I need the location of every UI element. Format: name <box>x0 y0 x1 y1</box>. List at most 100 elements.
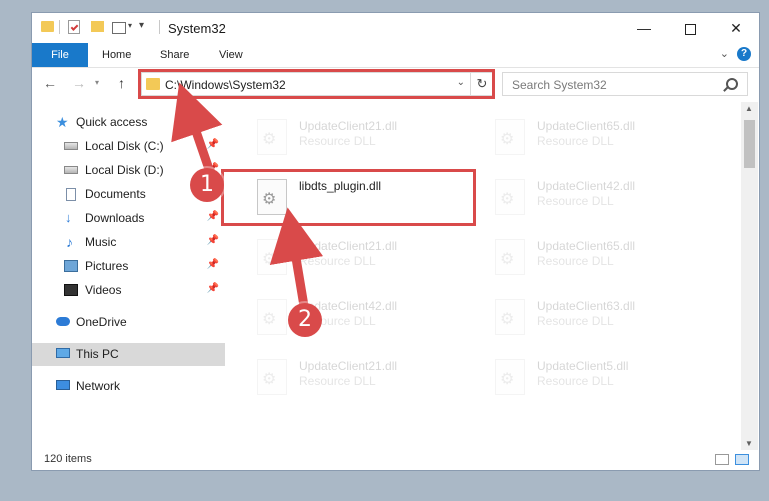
navigation-pane: ★ Quick access Local Disk (C:) 📌 Local D… <box>32 102 228 450</box>
close-button[interactable]: ✕ <box>713 13 759 43</box>
file-explorer-window: ▾ ▾ System32 — ✕ File Home Share View ⌄ … <box>31 12 760 471</box>
file-name: UpdateClient65.dll <box>537 119 636 133</box>
title-separator <box>159 20 160 34</box>
help-icon[interactable]: ? <box>737 47 751 61</box>
downloads-icon: ↓ <box>65 210 72 225</box>
details-view-icon[interactable] <box>715 454 729 465</box>
file-item[interactable]: UpdateClient65.dll Resource DLL <box>495 117 725 167</box>
this-pc-icon <box>56 348 70 358</box>
file-item[interactable]: UpdateClient63.dll Resource DLL <box>495 297 725 347</box>
search-box[interactable]: Search System32 <box>502 72 748 96</box>
file-item[interactable]: UpdateClient5.dll Resource DLL <box>495 357 725 407</box>
music-icon: ♪ <box>66 234 73 250</box>
expand-ribbon-icon[interactable]: ⌄ <box>720 47 729 60</box>
scroll-down-icon[interactable]: ▼ <box>745 439 753 448</box>
new-folder-icon[interactable] <box>91 21 104 32</box>
forward-arrow-icon[interactable]: → <box>72 75 86 91</box>
network-icon <box>56 380 70 390</box>
file-type: Resource DLL <box>537 254 614 268</box>
sidebar-item-label: Local Disk (C:) <box>85 139 164 153</box>
file-item[interactable]: UpdateClient65.dll Resource DLL <box>495 237 725 287</box>
scroll-up-icon[interactable]: ▲ <box>745 104 753 113</box>
sidebar-item-quick-access[interactable]: ★ Quick access <box>32 111 225 134</box>
sidebar-item-label: OneDrive <box>76 315 127 329</box>
sidebar-item-downloads[interactable]: ↓ Downloads 📌 <box>32 207 225 230</box>
address-bar[interactable]: C:\Windows\System32 ⌄ ↻ <box>141 72 494 96</box>
file-name: UpdateClient21.dll <box>299 359 398 373</box>
folder-icon[interactable] <box>41 21 54 32</box>
chevron-down-icon[interactable]: ⌄ <box>457 77 465 88</box>
back-arrow-icon[interactable]: ← <box>43 75 57 91</box>
sidebar-item-network[interactable]: Network <box>32 375 225 398</box>
navigation-bar: ← → ▾ ↑ C:\Windows\System32 ⌄ ↻ Search S… <box>32 68 759 100</box>
file-type: Resource DLL <box>537 374 614 388</box>
file-type: Resource DLL <box>299 374 376 388</box>
dll-file-icon <box>495 359 525 395</box>
minimize-button[interactable]: — <box>621 13 667 43</box>
dll-file-icon <box>257 179 287 215</box>
quick-access-separator <box>59 20 60 34</box>
dll-file-icon <box>257 239 287 275</box>
file-item[interactable]: UpdateClient21.dll Resource DLL <box>257 237 487 287</box>
sidebar-item-this-pc[interactable]: This PC <box>32 343 225 366</box>
tab-share[interactable]: Share <box>160 43 189 67</box>
dll-file-icon <box>495 239 525 275</box>
file-type: Resource DLL <box>299 254 376 268</box>
file-name: UpdateClient5.dll <box>537 359 629 373</box>
pin-icon[interactable]: 📌 <box>207 211 219 222</box>
maximize-button[interactable] <box>667 13 713 43</box>
scroll-thumb[interactable] <box>744 120 755 168</box>
tab-home[interactable]: Home <box>102 43 131 67</box>
pin-icon[interactable]: 📌 <box>207 235 219 246</box>
file-item[interactable]: UpdateClient42.dll Resource DLL <box>495 177 725 227</box>
title-bar: ▾ ▾ System32 — ✕ <box>32 13 759 43</box>
status-bar: 120 items <box>32 450 759 470</box>
view-layout-icon[interactable] <box>112 22 126 34</box>
folder-icon <box>146 78 160 90</box>
sidebar-item-label: Quick access <box>76 115 148 129</box>
chevron-down-icon[interactable]: ▾ <box>128 21 132 30</box>
sidebar-item-label: Documents <box>85 187 146 201</box>
refresh-icon[interactable]: ↻ <box>470 73 493 95</box>
sidebar-item-onedrive[interactable]: OneDrive <box>32 311 225 334</box>
file-name: libdts_plugin.dll <box>299 179 382 193</box>
sidebar-item-local-disk-c[interactable]: Local Disk (C:) 📌 <box>32 135 225 158</box>
dll-file-icon <box>495 179 525 215</box>
file-list: UpdateClient21.dll Resource DLL libdts_p… <box>228 102 741 450</box>
file-item[interactable]: UpdateClient21.dll Resource DLL <box>257 357 487 407</box>
file-name: UpdateClient65.dll <box>537 239 636 253</box>
dll-file-icon <box>257 119 287 155</box>
pin-icon[interactable]: 📌 <box>207 139 219 150</box>
star-icon: ★ <box>56 114 69 130</box>
dll-file-icon <box>257 359 287 395</box>
dll-file-icon <box>495 119 525 155</box>
vertical-scrollbar[interactable]: ▲ ▼ <box>741 102 758 450</box>
tab-view[interactable]: View <box>219 43 243 67</box>
tab-file[interactable]: File <box>32 43 88 67</box>
address-path[interactable]: C:\Windows\System32 <box>165 78 286 92</box>
item-count: 120 items <box>44 453 92 465</box>
customize-toolbar-icon[interactable]: ▾ <box>139 20 144 31</box>
sidebar-item-videos[interactable]: Videos 📌 <box>32 279 225 302</box>
sidebar-item-pictures[interactable]: Pictures 📌 <box>32 255 225 278</box>
file-type: Resource DLL <box>537 314 614 328</box>
pin-icon[interactable]: 📌 <box>207 283 219 294</box>
file-item-libdts-plugin[interactable]: libdts_plugin.dll <box>257 177 487 227</box>
search-icon[interactable] <box>726 78 738 90</box>
properties-icon[interactable] <box>68 20 80 34</box>
search-input[interactable]: Search System32 <box>512 78 607 92</box>
file-type: Resource DLL <box>537 134 614 148</box>
step-2-badge: 2 <box>288 303 322 337</box>
sidebar-item-label: Network <box>76 379 121 393</box>
recent-locations-icon[interactable]: ▾ <box>95 78 99 87</box>
sidebar-item-label: Local Disk (D:) <box>85 163 164 177</box>
up-arrow-icon[interactable]: ↑ <box>118 75 125 91</box>
file-name: UpdateClient42.dll <box>537 179 636 193</box>
file-name: UpdateClient21.dll <box>299 119 398 133</box>
file-item[interactable]: UpdateClient21.dll Resource DLL <box>257 117 487 167</box>
large-icons-view-icon[interactable] <box>735 454 749 465</box>
sidebar-item-music[interactable]: ♪ Music 📌 <box>32 231 225 254</box>
pin-icon[interactable]: 📌 <box>207 259 219 270</box>
file-type: Resource DLL <box>537 194 614 208</box>
videos-icon <box>64 284 78 296</box>
